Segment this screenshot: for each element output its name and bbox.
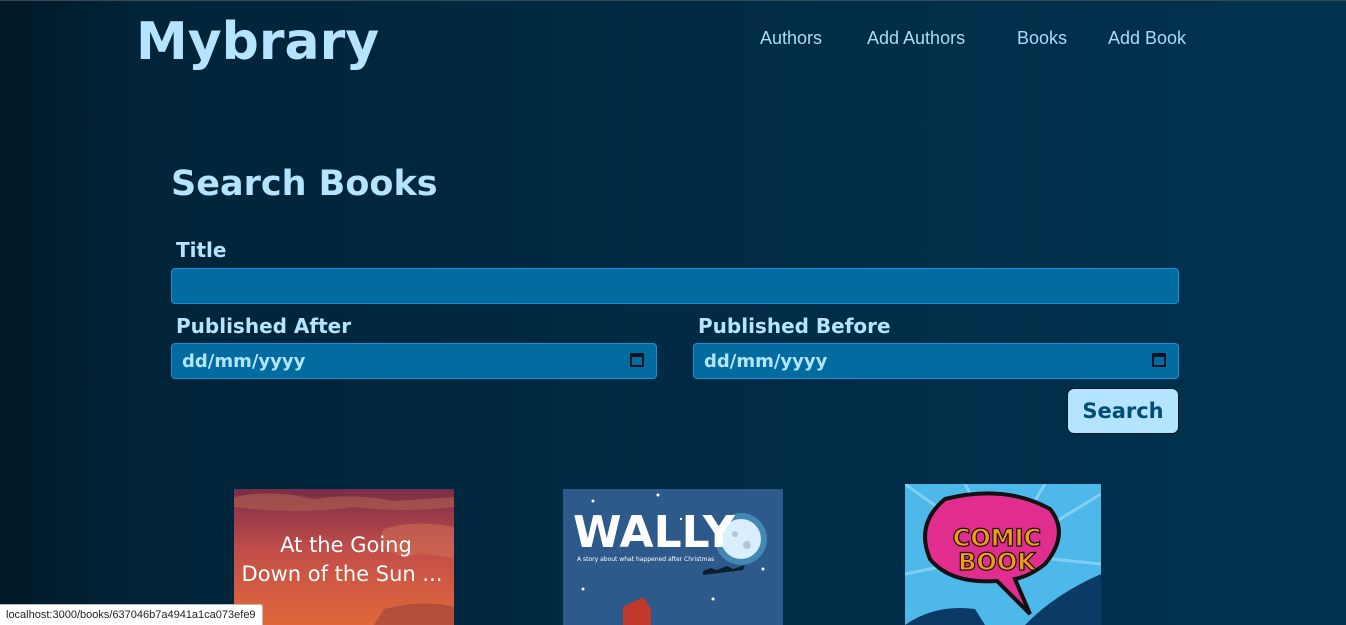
- published-after-placeholder: dd/mm/yyyy: [182, 351, 306, 372]
- cover-text-line1: At the Going: [280, 533, 412, 557]
- book-cover-art: COMIC BOOK: [905, 484, 1101, 625]
- cover-title: WALLY: [573, 507, 736, 558]
- published-before-label: Published Before: [698, 314, 891, 338]
- cover-subtitle: A story about what happened after Christ…: [577, 556, 714, 563]
- title-input[interactable]: [171, 268, 1179, 304]
- nav-link-books[interactable]: Books: [1017, 28, 1067, 49]
- page-title: Search Books: [171, 164, 438, 204]
- book-cover-comic-book[interactable]: COMIC BOOK: [905, 484, 1101, 625]
- book-cover-art: WALLY A story about what happened after …: [563, 489, 783, 625]
- book-cover-art: At the Going Down of the Sun ...: [234, 489, 454, 625]
- published-before-date-input[interactable]: dd/mm/yyyy: [693, 343, 1179, 379]
- published-after-date-input[interactable]: dd/mm/yyyy: [171, 343, 657, 379]
- calendar-icon[interactable]: [630, 353, 644, 367]
- app-logo[interactable]: Mybrary: [136, 10, 379, 74]
- book-cover-at-the-going-down[interactable]: At the Going Down of the Sun ...: [234, 489, 454, 625]
- cover-text-line2: BOOK: [958, 548, 1037, 576]
- title-label: Title: [176, 238, 227, 262]
- nav-link-authors[interactable]: Authors: [760, 28, 822, 49]
- published-before-placeholder: dd/mm/yyyy: [704, 351, 828, 372]
- book-cover-wally[interactable]: WALLY A story about what happened after …: [563, 489, 783, 625]
- search-button[interactable]: Search: [1067, 388, 1179, 434]
- published-after-label: Published After: [176, 314, 352, 338]
- window-top-border: [0, 0, 1346, 1]
- cover-text-line2: Down of the Sun ...: [242, 562, 443, 586]
- nav-link-add-authors[interactable]: Add Authors: [867, 28, 965, 49]
- nav-link-add-book[interactable]: Add Book: [1108, 28, 1186, 49]
- status-bar-url: localhost:3000/books/637046b7a4941a1ca07…: [0, 604, 263, 625]
- calendar-icon[interactable]: [1152, 353, 1166, 367]
